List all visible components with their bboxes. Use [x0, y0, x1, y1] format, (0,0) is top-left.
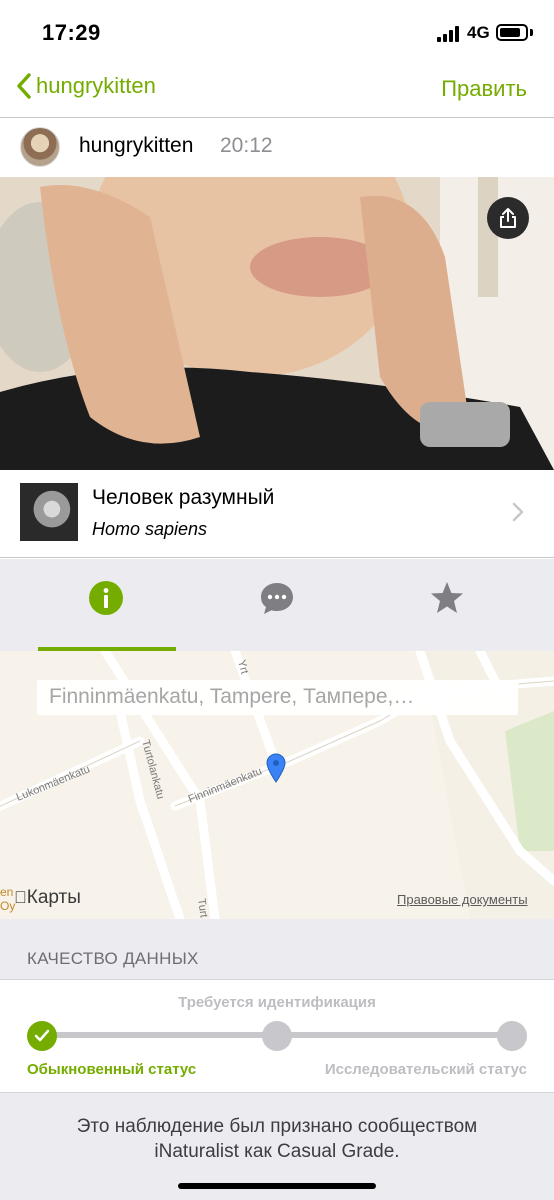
needs-id-label: Требуется идентификация	[178, 994, 376, 1011]
observation-header: hungrykitten 20:12	[0, 119, 554, 177]
home-indicator	[178, 1183, 376, 1189]
research-status-node	[497, 1021, 527, 1051]
street-label-lukonmaenkatu: Lukonmäenkatu	[15, 763, 92, 803]
navigation-bar: hungrykitten Править	[0, 62, 554, 118]
edit-button[interactable]: Править	[441, 76, 527, 102]
avatar[interactable]	[20, 127, 60, 167]
street-label-yrt: Yrt	[235, 659, 250, 676]
observation-photo[interactable]	[0, 177, 554, 470]
taxon-common-name: Человек разумный	[92, 486, 275, 509]
tab-comments[interactable]	[259, 580, 295, 616]
data-quality-title: КАЧЕСТВО ДАННЫХ	[27, 949, 199, 968]
taxon-row[interactable]: Человек разумный Homo sapiens	[0, 470, 554, 558]
star-icon	[431, 582, 463, 613]
street-label-turt: Turt	[195, 898, 210, 919]
quality-note: Это наблюдение был признано сообществом …	[76, 1116, 478, 1162]
apple-maps-logo: Карты	[14, 887, 81, 908]
battery-icon	[496, 24, 528, 41]
back-button[interactable]: hungrykitten	[16, 72, 156, 100]
signal-icon	[437, 26, 463, 42]
research-status-label: Исследовательский статус	[324, 1061, 527, 1078]
checkmark-icon	[34, 1029, 50, 1042]
legal-documents-link[interactable]: Правовые документы	[397, 892, 528, 907]
photo-illustration	[0, 177, 554, 470]
battery-tip	[530, 29, 533, 36]
location-label: Finninmäenkatu, Tampere, Тампере,…	[37, 680, 518, 715]
chevron-left-icon	[17, 73, 31, 99]
chevron-right-icon	[512, 502, 524, 522]
back-button-label: hungrykitten	[36, 73, 156, 98]
status-time: 17:29	[42, 20, 101, 45]
taxon-scientific-name: Homo sapiens	[92, 519, 208, 539]
share-button[interactable]	[487, 197, 529, 239]
apple-logo-icon: 	[14, 888, 27, 907]
chat-bubble-icon	[261, 583, 293, 614]
tab-info[interactable]	[88, 580, 124, 616]
casual-status-label: Обыкновенный статус	[27, 1061, 197, 1078]
street-label-finninmaenkatu: Finninmäenkatu	[187, 765, 264, 805]
share-icon	[500, 208, 516, 228]
network-type: 4G	[467, 23, 490, 42]
map-pin-icon[interactable]	[266, 753, 286, 783]
observation-time: 20:12	[220, 134, 273, 157]
info-icon	[89, 581, 123, 615]
tab-favorites[interactable]	[429, 580, 465, 616]
status-bar: 17:29 4G	[0, 0, 554, 62]
taxon-photo	[20, 483, 78, 541]
observer-name[interactable]: hungrykitten	[79, 134, 193, 158]
needs-id-status-node	[262, 1021, 292, 1051]
casual-status-node	[27, 1021, 57, 1051]
